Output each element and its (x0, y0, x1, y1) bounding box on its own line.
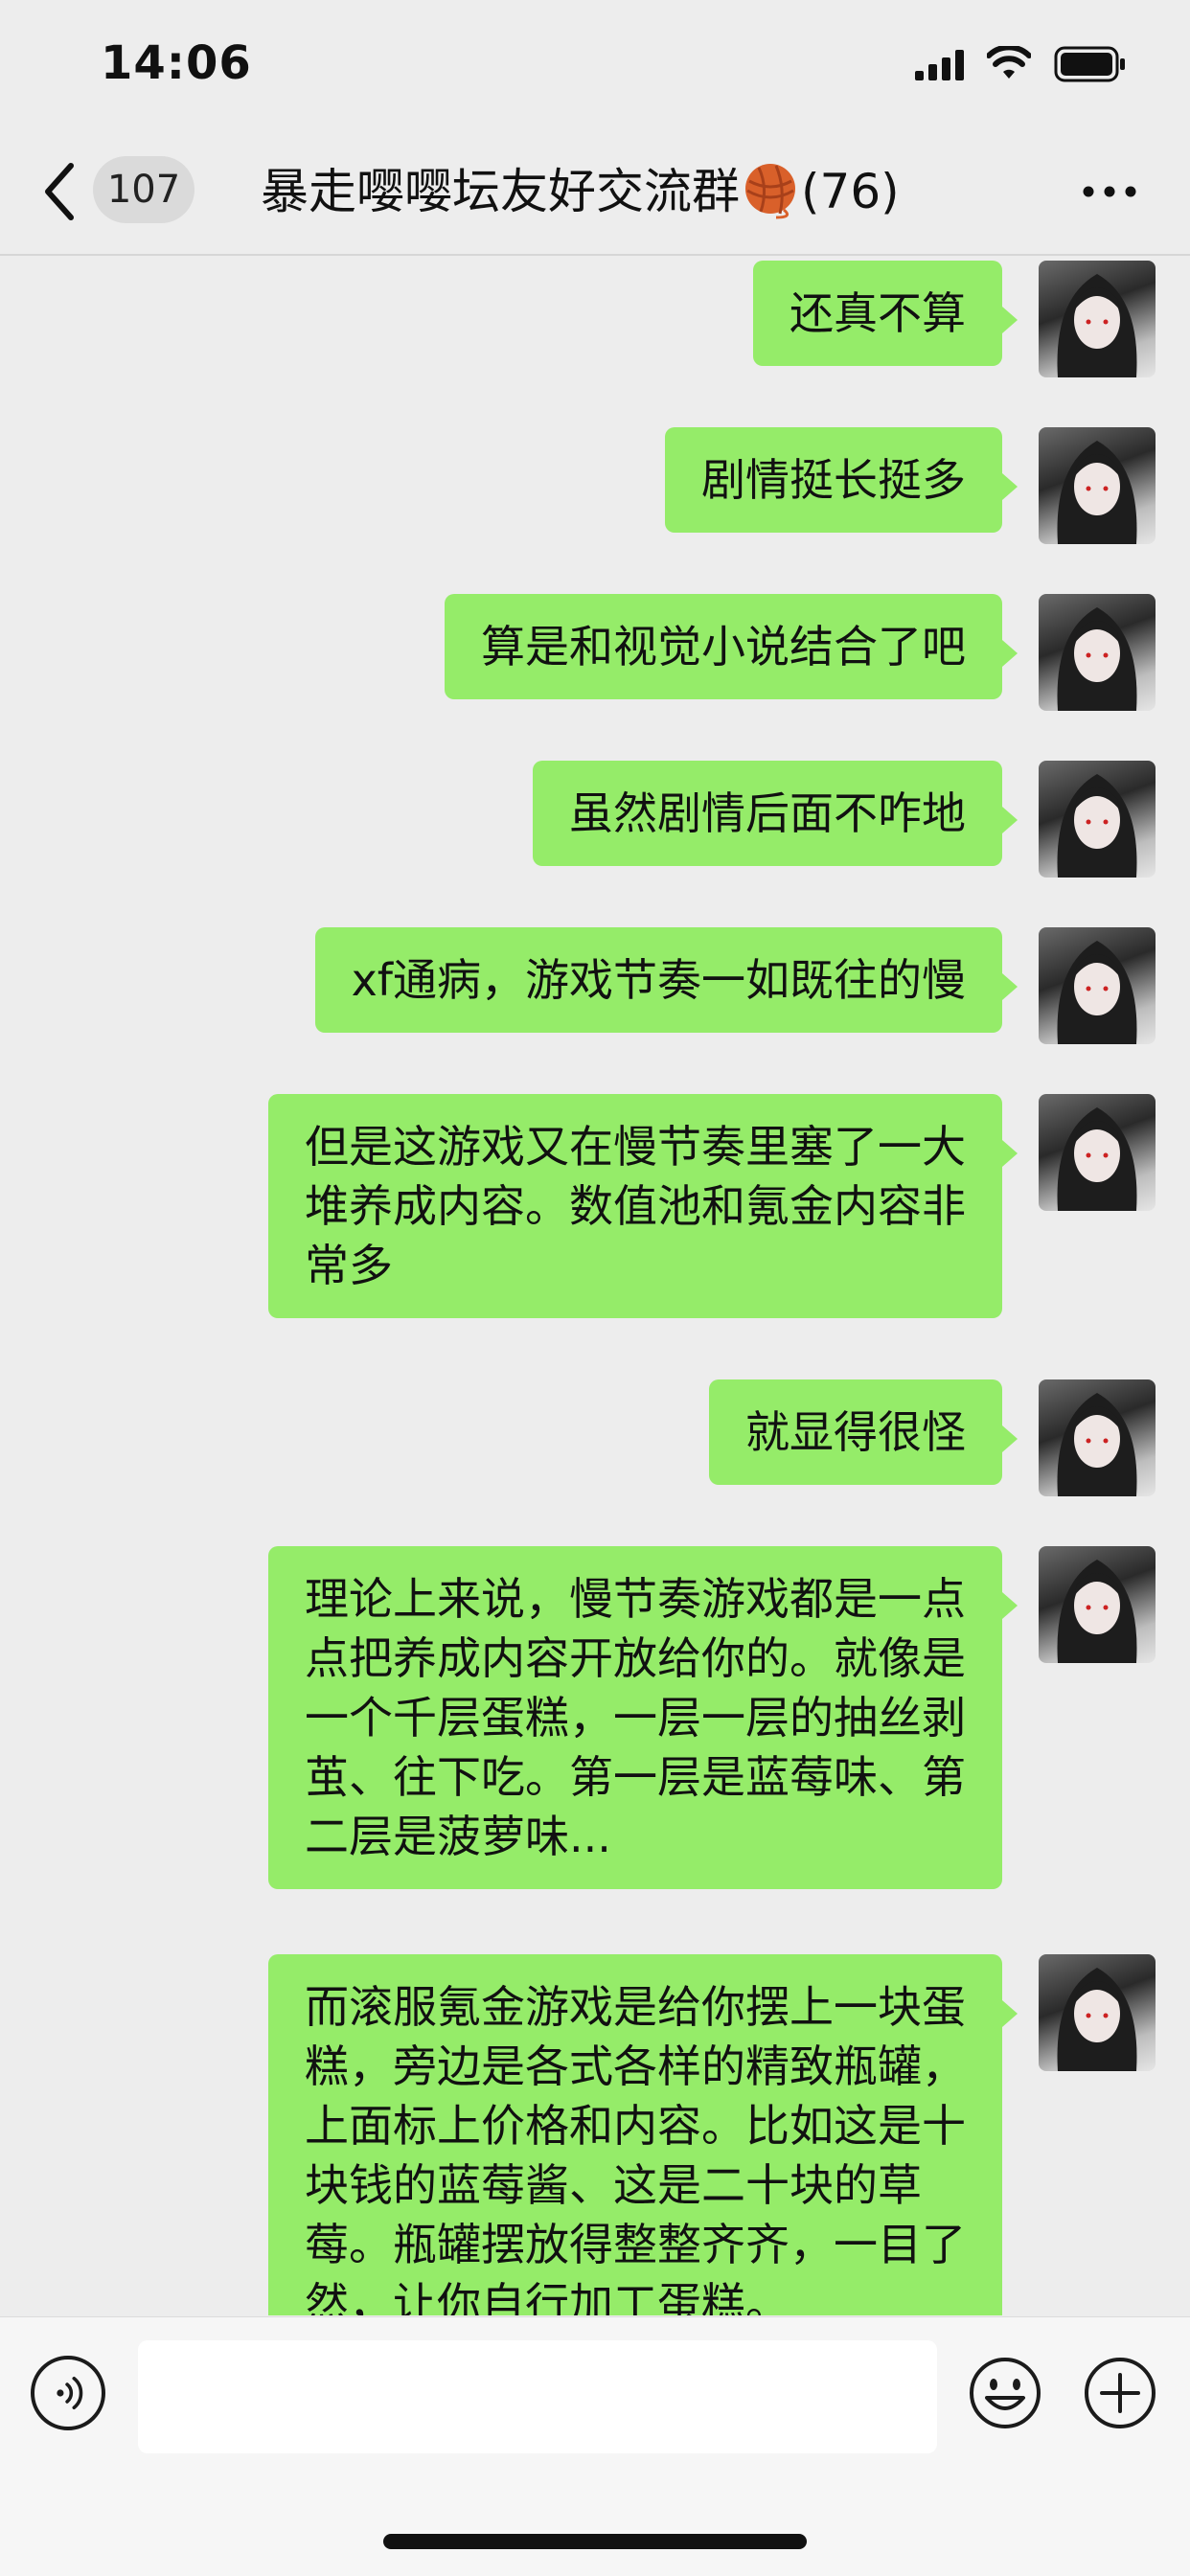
avatar[interactable] (1039, 1954, 1156, 2071)
avatar-image (1057, 441, 1137, 544)
avatar-image (1057, 1393, 1137, 1496)
avatar-image (1057, 1560, 1137, 1663)
status-time: 14:06 (101, 36, 252, 90)
unread-count-badge[interactable]: 107 (93, 156, 195, 223)
message-bubble[interactable]: 虽然剧情后面不咋地 (533, 761, 1018, 866)
home-indicator[interactable] (383, 2534, 807, 2549)
avatar[interactable] (1039, 1546, 1156, 1663)
avatar[interactable] (1039, 1094, 1156, 1211)
battery-icon (1054, 46, 1125, 82)
message-bubble[interactable]: 就显得很怪 (709, 1379, 1018, 1485)
message-bubble[interactable]: 剧情挺长挺多 (665, 427, 1018, 533)
message-bubble[interactable]: 而滚服氪金游戏是给你摆上一块蛋 糕，旁边是各式各样的精致瓶罐， 上面标上价格和内… (268, 1954, 1018, 2315)
avatar-image (1057, 774, 1137, 878)
back-icon[interactable] (40, 160, 79, 223)
wifi-icon (987, 46, 1031, 79)
avatar[interactable] (1039, 927, 1156, 1044)
avatar[interactable] (1039, 261, 1156, 377)
message-bubble[interactable]: 算是和视觉小说结合了吧 (445, 594, 1018, 699)
status-bar: 14:06 (0, 0, 1190, 129)
voice-icon[interactable] (31, 2356, 105, 2430)
plus-icon[interactable] (1083, 2356, 1157, 2430)
member-count: (76) (801, 164, 900, 219)
message-bubble[interactable]: 但是这游戏又在慢节奏里塞了一大 堆养成内容。数值池和氪金内容非 常多 (268, 1094, 1018, 1318)
avatar-image (1057, 607, 1137, 711)
more-icon[interactable] (1081, 179, 1138, 204)
chat-title: 暴走嘤嘤坛友好交流群 (76) (261, 129, 900, 254)
avatar[interactable] (1039, 761, 1156, 878)
message-bubble[interactable]: xf通病，游戏节奏一如既往的慢 (314, 927, 1018, 1033)
emoji-icon[interactable] (968, 2356, 1042, 2430)
avatar[interactable] (1039, 427, 1156, 544)
signal-icon (915, 50, 964, 80)
avatar[interactable] (1039, 1379, 1156, 1496)
avatar-image (1057, 941, 1137, 1044)
avatar[interactable] (1039, 594, 1156, 711)
yarn-ball-icon (745, 164, 795, 219)
chat-header: 107 暴走嘤嘤坛友好交流群 (76) (0, 129, 1190, 256)
chat-title-text: 暴走嘤嘤坛友好交流群 (261, 164, 740, 219)
avatar-image (1057, 1107, 1137, 1211)
message-bubble[interactable]: 还真不算 (753, 261, 1018, 366)
avatar-image (1057, 274, 1137, 377)
avatar-image (1057, 1968, 1137, 2071)
message-list[interactable]: 还真不算 剧情挺长挺多 算是和视觉小说结合了吧 虽然剧情后面不咋地 xf通病，游… (0, 256, 1190, 2315)
message-input[interactable] (138, 2340, 937, 2453)
input-bar (0, 2316, 1190, 2576)
message-bubble[interactable]: 理论上来说，慢节奏游戏都是一点 点把养成内容开放给你的。就像是 一个千层蛋糕，一… (268, 1546, 1018, 1889)
